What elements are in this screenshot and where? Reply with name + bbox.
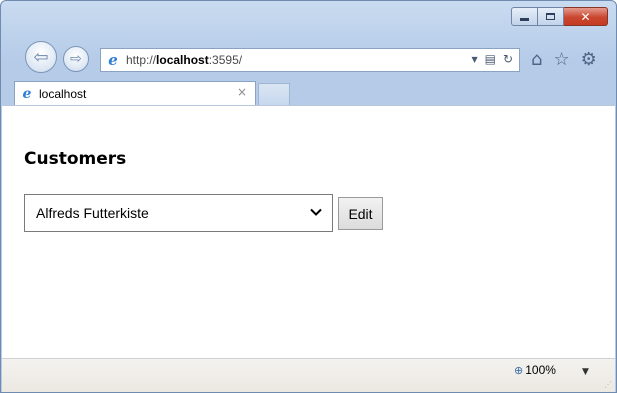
chevron-down-icon: [310, 208, 322, 216]
back-button[interactable]: ⇦: [25, 41, 57, 73]
command-icons: ⌂ ☆ ⚙: [531, 49, 597, 70]
maximize-icon: [546, 13, 555, 20]
url-host: localhost: [156, 53, 209, 67]
close-icon: ✕: [580, 9, 591, 24]
zoom-control[interactable]: ⊕ 100%: [514, 363, 556, 377]
forward-button[interactable]: ⇨: [63, 46, 89, 72]
minimize-icon: [520, 18, 529, 21]
dropdown-arrow-icon[interactable]: ▼: [471, 55, 477, 64]
url-prefix: http://: [126, 53, 157, 67]
address-bar-icons: ▼ ▤ ↻: [471, 52, 513, 66]
maximize-button[interactable]: [538, 7, 564, 26]
back-arrow-icon: ⇦: [33, 46, 49, 68]
refresh-icon[interactable]: ↻: [503, 52, 513, 66]
url-text[interactable]: http://localhost:3595/: [126, 53, 242, 67]
tab-close-icon[interactable]: ×: [237, 85, 247, 99]
star-icon[interactable]: ☆: [553, 49, 569, 70]
minimize-button[interactable]: [511, 7, 538, 26]
resize-grip-icon[interactable]: ⋰: [604, 380, 612, 389]
page-title: Customers: [24, 149, 127, 169]
window-controls: ✕: [511, 7, 608, 26]
zoom-level: 100%: [525, 363, 556, 377]
customer-select[interactable]: Alfreds Futterkiste: [24, 194, 333, 232]
new-tab-button[interactable]: [258, 83, 290, 105]
tab-localhost[interactable]: e localhost ×: [14, 81, 256, 105]
forward-arrow-icon: ⇨: [70, 51, 82, 67]
tab-title: localhost: [39, 86, 87, 101]
ie-logo-icon: e: [22, 85, 32, 102]
page-content: Customers Alfreds Futterkiste Edit: [2, 105, 615, 359]
browser-window: ✕ ⇦ ⇨ e http://localhost:3595/ ▼ ▤ ↻ ⌂ ☆…: [0, 0, 617, 393]
url-suffix: :3595/: [208, 53, 243, 67]
gear-icon[interactable]: ⚙: [581, 49, 597, 70]
ie-logo-icon: e: [108, 51, 118, 69]
home-icon[interactable]: ⌂: [531, 49, 542, 70]
zoom-dropdown-icon[interactable]: ▼: [582, 367, 589, 377]
compatibility-view-icon[interactable]: ▤: [485, 52, 496, 66]
close-button[interactable]: ✕: [564, 7, 608, 26]
edit-button[interactable]: Edit: [338, 197, 383, 230]
status-bar: ⊕ 100% ▼ ⋰: [2, 358, 615, 392]
address-bar[interactable]: e http://localhost:3595/ ▼ ▤ ↻: [100, 48, 520, 72]
zoom-icon: ⊕: [514, 364, 524, 377]
customer-select-value: Alfreds Futterkiste: [36, 205, 149, 221]
